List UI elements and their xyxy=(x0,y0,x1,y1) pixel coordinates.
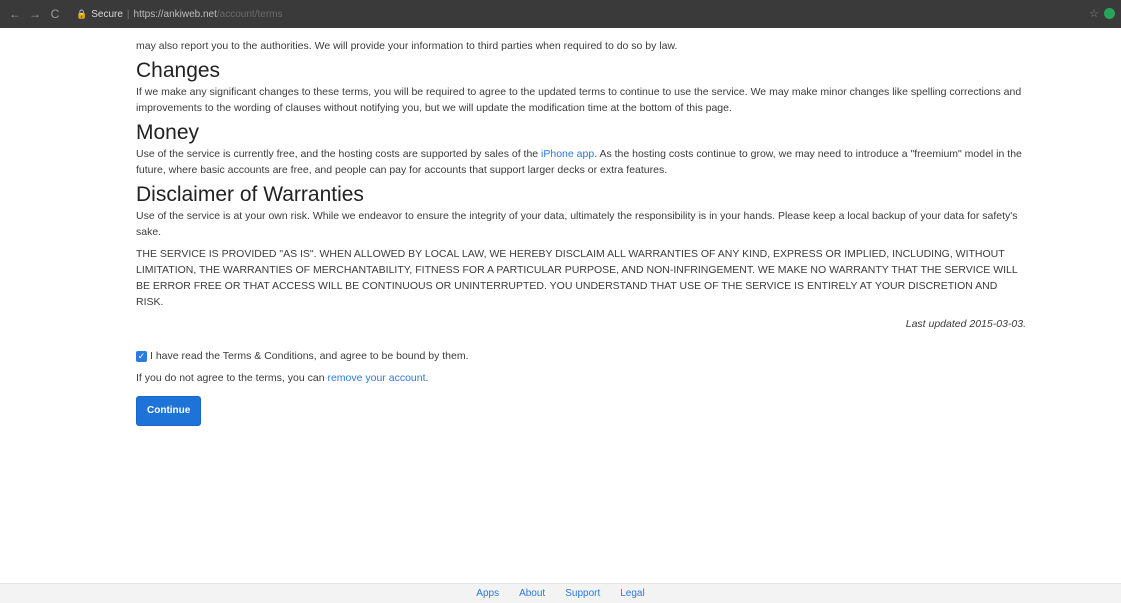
money-text-before: Use of the service is currently free, an… xyxy=(136,148,542,160)
footer-link-about[interactable]: About xyxy=(519,588,545,599)
url-path: /account/terms xyxy=(216,8,283,20)
url-separator: | xyxy=(126,8,130,20)
address-bar[interactable]: 🔒 Secure | https://ankiweb.net /account/… xyxy=(76,4,976,24)
extension-icon[interactable] xyxy=(1104,8,1115,19)
browser-toolbar: ← → C 🔒 Secure | https://ankiweb.net /ac… xyxy=(0,0,1121,28)
reload-icon[interactable]: C xyxy=(48,7,62,21)
terms-content: may also report you to the authorities. … xyxy=(136,38,1026,426)
heading-changes: Changes xyxy=(136,59,221,82)
changes-text: If we make any significant changes to th… xyxy=(136,86,1022,114)
bookmark-star-icon[interactable]: ☆ xyxy=(1089,7,1099,20)
heading-money: Money xyxy=(136,121,200,144)
remove-text-before: If you do not agree to the terms, you ca… xyxy=(136,372,328,384)
agree-row[interactable]: ✓ I have read the Terms & Conditions, an… xyxy=(136,348,1026,364)
agree-checkbox[interactable]: ✓ xyxy=(136,350,147,362)
footer-link-support[interactable]: Support xyxy=(565,588,600,599)
footer-link-apps[interactable]: Apps xyxy=(476,588,499,599)
intro-tail-text: may also report you to the authorities. … xyxy=(136,40,678,52)
continue-button[interactable]: Continue xyxy=(136,396,202,426)
lock-icon: 🔒 xyxy=(76,8,88,19)
last-updated: Last updated 2015-03-03. xyxy=(905,318,1026,330)
remove-account-link[interactable]: remove your account xyxy=(327,372,425,384)
disclaimer-text: Use of the service is at your own risk. … xyxy=(136,210,1018,238)
heading-disclaimer: Disclaimer of Warranties xyxy=(136,183,364,206)
disclaimer-legal-text: THE SERVICE IS PROVIDED "AS IS". WHEN AL… xyxy=(136,248,1018,308)
remove-text-after: . xyxy=(425,372,429,384)
iphone-app-link[interactable]: iPhone app xyxy=(541,148,594,160)
secure-label: Secure xyxy=(91,8,123,20)
remove-account-text: If you do not agree to the terms, you ca… xyxy=(136,370,1026,386)
footer-link-legal[interactable]: Legal xyxy=(620,588,644,599)
money-text: Use of the service is currently free, an… xyxy=(136,146,1026,178)
back-icon[interactable]: ← xyxy=(8,7,22,21)
agree-label[interactable]: I have read the Terms & Conditions, and … xyxy=(150,348,469,364)
footer: Apps About Support Legal xyxy=(0,583,1121,603)
url-host: https://ankiweb.net xyxy=(133,8,217,20)
forward-icon[interactable]: → xyxy=(28,7,42,21)
